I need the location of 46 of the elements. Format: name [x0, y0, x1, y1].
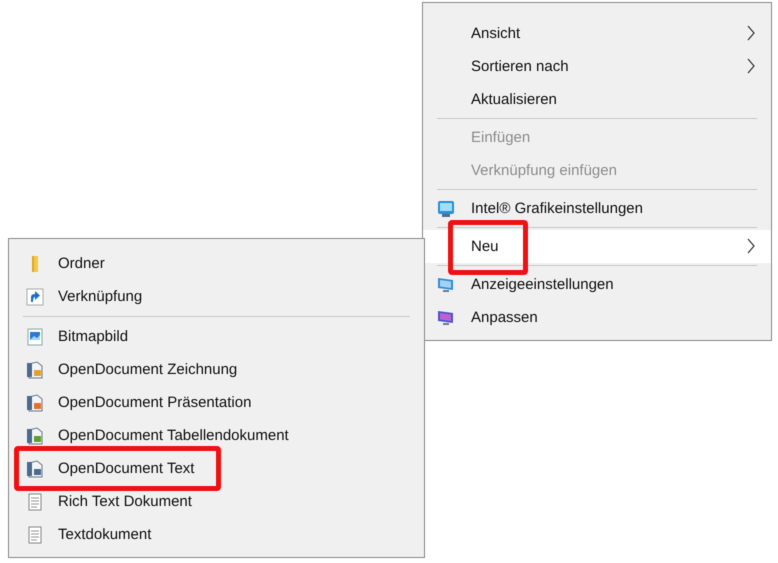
menu-item[interactable]: Rich Text Dokument: [9, 485, 424, 518]
shortcut-icon: [26, 288, 44, 306]
menu-item-label: Intel® Grafikeinstellungen: [471, 200, 643, 217]
menu-item-label: OpenDocument Text: [58, 460, 194, 477]
folder-icon: [32, 256, 38, 272]
document-icon: [26, 460, 44, 478]
menu-item-label: Neu: [471, 238, 499, 255]
menu-item-label: Einfügen: [471, 129, 530, 146]
menu-item-label: Textdokument: [58, 526, 152, 543]
menu-item-label: Verknüpfung: [58, 288, 142, 305]
menu-item[interactable]: Aktualisieren: [423, 83, 771, 116]
menu-item[interactable]: Verknüpfung: [9, 280, 424, 313]
document-icon: [26, 394, 44, 412]
menu-item[interactable]: Ansicht: [423, 17, 771, 50]
menu-item-label: OpenDocument Zeichnung: [58, 361, 238, 378]
menu-item-label: Anzeigeeinstellungen: [471, 276, 614, 293]
menu-item-label: Ansicht: [471, 25, 520, 42]
menu-item[interactable]: Bitmapbild: [9, 320, 424, 353]
menu-item-label: Aktualisieren: [471, 91, 557, 108]
menu-item-label: Verknüpfung einfügen: [471, 162, 617, 179]
monitor-icon: [437, 308, 455, 326]
menu-item[interactable]: Neu: [423, 230, 771, 263]
menu-item-label: Ordner: [58, 255, 105, 272]
menu-item-label: Sortieren nach: [471, 58, 569, 75]
menu-item[interactable]: Sortieren nach: [423, 50, 771, 83]
menu-item-label: OpenDocument Präsentation: [58, 394, 252, 411]
menu-item[interactable]: OpenDocument Zeichnung: [9, 353, 424, 386]
menu-item[interactable]: Intel® Grafikeinstellungen: [423, 192, 771, 225]
menu-item[interactable]: Textdokument: [9, 518, 424, 551]
image-file-icon: [26, 328, 44, 346]
monitor-icon: [437, 200, 455, 218]
menu-item-label: Bitmapbild: [58, 328, 128, 345]
menu-item[interactable]: OpenDocument Präsentation: [9, 386, 424, 419]
menu-item-label: Rich Text Dokument: [58, 493, 192, 510]
text-file-icon: [26, 526, 44, 544]
menu-item[interactable]: OpenDocument Text: [9, 452, 424, 485]
menu-item[interactable]: OpenDocument Tabellendokument: [9, 419, 424, 452]
menu-item[interactable]: Ordner: [9, 247, 424, 280]
monitor-icon: [437, 276, 455, 294]
menu-item[interactable]: Anzeigeeinstellungen: [423, 268, 771, 301]
document-icon: [26, 426, 44, 444]
menu-item[interactable]: Anpassen: [423, 301, 771, 334]
menu-item-label: OpenDocument Tabellendokument: [58, 427, 289, 444]
menu-item-label: Anpassen: [471, 309, 538, 326]
text-file-icon: [26, 492, 44, 510]
document-icon: [26, 360, 44, 378]
